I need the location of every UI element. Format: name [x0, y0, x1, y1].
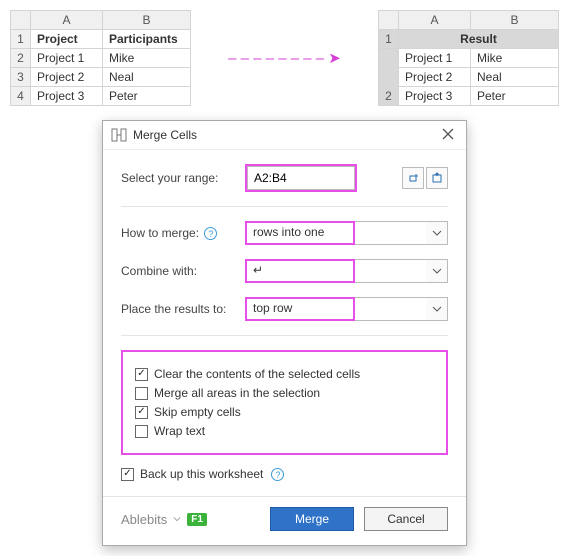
brand-label[interactable]: Ablebits F1: [121, 512, 207, 527]
row-num: [379, 49, 399, 68]
col-header-b: B: [103, 11, 191, 30]
clear-contents-checkbox[interactable]: [135, 368, 148, 381]
combine-select[interactable]: ↵: [247, 261, 353, 281]
merge-all-label: Merge all areas in the selection: [154, 386, 320, 400]
cell[interactable]: Neal: [471, 68, 559, 87]
collapse-range-button[interactable]: [402, 167, 424, 189]
chevron-down-icon[interactable]: [426, 221, 448, 245]
cell[interactable]: Neal: [103, 68, 191, 87]
backup-checkbox[interactable]: [121, 468, 134, 481]
merge-all-checkbox[interactable]: [135, 387, 148, 400]
place-label: Place the results to:: [121, 302, 237, 316]
row-num: 2: [379, 87, 399, 106]
cell[interactable]: Project 1: [399, 49, 471, 68]
combine-label: Combine with:: [121, 264, 237, 278]
row-num: 4: [11, 87, 31, 106]
cell[interactable]: Project 2: [31, 68, 103, 87]
skip-empty-checkbox[interactable]: [135, 406, 148, 419]
result-header[interactable]: Result: [399, 30, 559, 49]
arrow-icon: – – – – – – – – ➤: [199, 49, 370, 67]
row-num: 1: [379, 30, 399, 49]
corner-cell: [379, 11, 399, 30]
result-table: A B 1 Result Project 1 Mike Project 2 Ne…: [378, 10, 559, 106]
merge-cells-icon: [111, 127, 127, 143]
expand-range-button[interactable]: [426, 167, 448, 189]
options-group: Clear the contents of the selected cells…: [121, 350, 448, 455]
cell[interactable]: Mike: [103, 49, 191, 68]
cancel-button[interactable]: Cancel: [364, 507, 448, 531]
dialog-title: Merge Cells: [133, 128, 438, 142]
chevron-down-icon[interactable]: [426, 297, 448, 321]
f1-badge[interactable]: F1: [187, 513, 207, 526]
skip-empty-label: Skip empty cells: [154, 405, 241, 419]
cell[interactable]: Project: [31, 30, 103, 49]
clear-contents-label: Clear the contents of the selected cells: [154, 367, 360, 381]
cell[interactable]: Participants: [103, 30, 191, 49]
row-num: 2: [11, 49, 31, 68]
range-label: Select your range:: [121, 171, 237, 185]
wrap-text-label: Wrap text: [154, 424, 205, 438]
place-select[interactable]: top row: [247, 299, 353, 319]
row-num: 3: [11, 68, 31, 87]
source-table: A B 1 Project Participants 2 Project 1 M…: [10, 10, 191, 106]
corner-cell: [11, 11, 31, 30]
col-header-a: A: [399, 11, 471, 30]
close-button[interactable]: [438, 127, 458, 143]
cell[interactable]: Project 2: [399, 68, 471, 87]
row-num: 1: [11, 30, 31, 49]
col-header-b: B: [471, 11, 559, 30]
how-select[interactable]: rows into one: [247, 223, 353, 243]
cell[interactable]: Project 1: [31, 49, 103, 68]
merge-button[interactable]: Merge: [270, 507, 354, 531]
row-num: [379, 68, 399, 87]
cell[interactable]: Mike: [471, 49, 559, 68]
cell[interactable]: Peter: [471, 87, 559, 106]
how-label: How to merge: ?: [121, 226, 237, 240]
col-header-a: A: [31, 11, 103, 30]
chevron-down-icon: [173, 516, 181, 522]
chevron-down-icon[interactable]: [426, 259, 448, 283]
help-icon[interactable]: ?: [271, 468, 284, 481]
range-input[interactable]: [247, 166, 355, 190]
cell[interactable]: Peter: [103, 87, 191, 106]
backup-label: Back up this worksheet: [140, 467, 263, 481]
help-icon[interactable]: ?: [204, 227, 217, 240]
wrap-text-checkbox[interactable]: [135, 425, 148, 438]
cell[interactable]: Project 3: [399, 87, 471, 106]
cell[interactable]: Project 3: [31, 87, 103, 106]
merge-cells-dialog: Merge Cells Select your range:: [102, 120, 467, 546]
